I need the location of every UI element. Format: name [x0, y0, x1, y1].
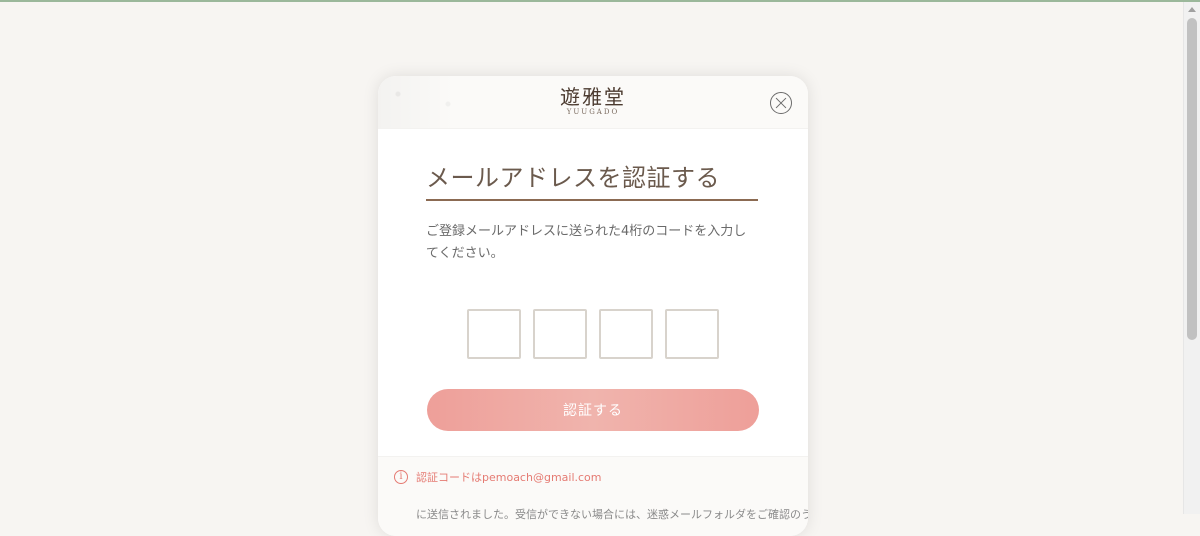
- code-digit-3[interactable]: [599, 309, 653, 359]
- logo-main-text: 遊雅堂: [560, 85, 626, 109]
- brand-logo: 遊雅堂 YUUGADO: [560, 86, 626, 116]
- verify-button[interactable]: 認証する: [427, 389, 759, 431]
- modal-title: メールアドレスを認証する: [426, 163, 758, 201]
- notice-line2: に送信されました。受信ができない場合には、迷惑メールフォルダをご確認のう: [416, 508, 808, 521]
- code-input-row: [426, 309, 760, 359]
- notice-line1: 認証コードはpemoach@gmail.com: [416, 471, 602, 484]
- modal-description: ご登録メールアドレスに送られた4桁のコードを入力してください。: [426, 224, 747, 261]
- header-decoration: [378, 76, 474, 128]
- code-digit-1[interactable]: [467, 309, 521, 359]
- top-border: [0, 0, 1200, 2]
- modal-content: メールアドレスを認証する ご登録メールアドレスに送られた4桁のコードを入力してく…: [378, 129, 808, 431]
- scroll-thumb[interactable]: [1187, 18, 1197, 340]
- scroll-up-arrow-icon[interactable]: [1188, 7, 1196, 12]
- notice-line: i 認証コードはpemoach@gmail.com: [394, 469, 602, 485]
- notice-panel: i 認証コードはpemoach@gmail.com に送信されました。受信ができ…: [378, 456, 808, 536]
- modal-header: 遊雅堂 YUUGADO: [378, 76, 808, 129]
- logo-sub-text: YUUGADO: [566, 108, 620, 116]
- close-button[interactable]: [770, 92, 792, 114]
- code-digit-2[interactable]: [533, 309, 587, 359]
- email-verification-modal: 遊雅堂 YUUGADO メールアドレスを認証する ご登録メールアドレスに送られた…: [378, 76, 808, 536]
- code-digit-4[interactable]: [665, 309, 719, 359]
- scrollbar[interactable]: [1183, 2, 1200, 514]
- info-icon: i: [394, 470, 408, 484]
